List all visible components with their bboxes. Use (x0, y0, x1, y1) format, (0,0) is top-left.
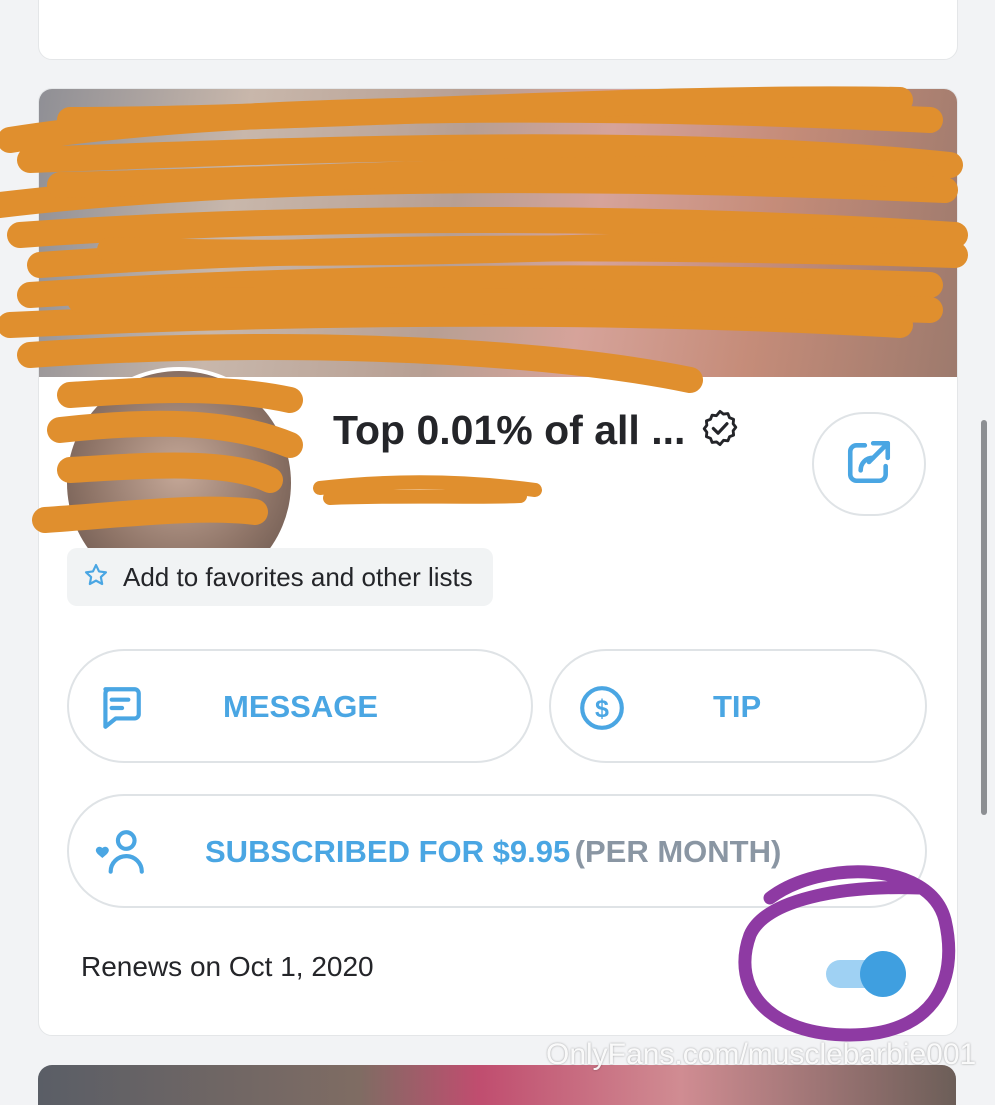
subscription-button[interactable]: SUBSCRIBED FOR $9.95 (PER MONTH) (67, 794, 927, 908)
subscription-price-label: SUBSCRIBED FOR $9.95 (205, 834, 571, 869)
star-outline-icon (83, 562, 109, 593)
svg-text:$: $ (595, 695, 609, 723)
previous-post-card (38, 0, 958, 60)
dollar-circle-icon: $ (577, 683, 627, 738)
verified-badge-icon (701, 409, 739, 452)
share-button[interactable] (812, 412, 926, 516)
tip-label: TIP (713, 689, 762, 724)
subscribed-user-icon (93, 827, 147, 884)
add-to-favorites-button[interactable]: Add to favorites and other lists (67, 548, 493, 606)
message-button[interactable]: MESSAGE (67, 649, 533, 763)
profile-card: Top 0.01% of all ... Add to favorites an… (38, 88, 958, 1036)
profile-display-name[interactable]: Top 0.01% of all ... (333, 407, 685, 454)
share-icon (844, 437, 894, 492)
tip-button[interactable]: $ TIP (549, 649, 927, 763)
profile-name-row: Top 0.01% of all ... (333, 407, 739, 454)
renewal-date: Renews on Oct 1, 2020 (81, 951, 374, 982)
message-label: MESSAGE (223, 689, 379, 724)
favorites-label: Add to favorites and other lists (123, 561, 473, 592)
cover-image (39, 89, 957, 377)
watermark: OnlyFans.com/musclebarbie001 (546, 1038, 977, 1071)
scrollbar[interactable] (981, 420, 987, 815)
auto-renew-toggle[interactable] (826, 951, 906, 997)
subscription-label-group: SUBSCRIBED FOR $9.95 (PER MONTH) (205, 834, 781, 870)
toggle-knob (860, 951, 906, 997)
subscription-period-label: (PER MONTH) (574, 834, 782, 869)
message-icon (95, 683, 145, 738)
